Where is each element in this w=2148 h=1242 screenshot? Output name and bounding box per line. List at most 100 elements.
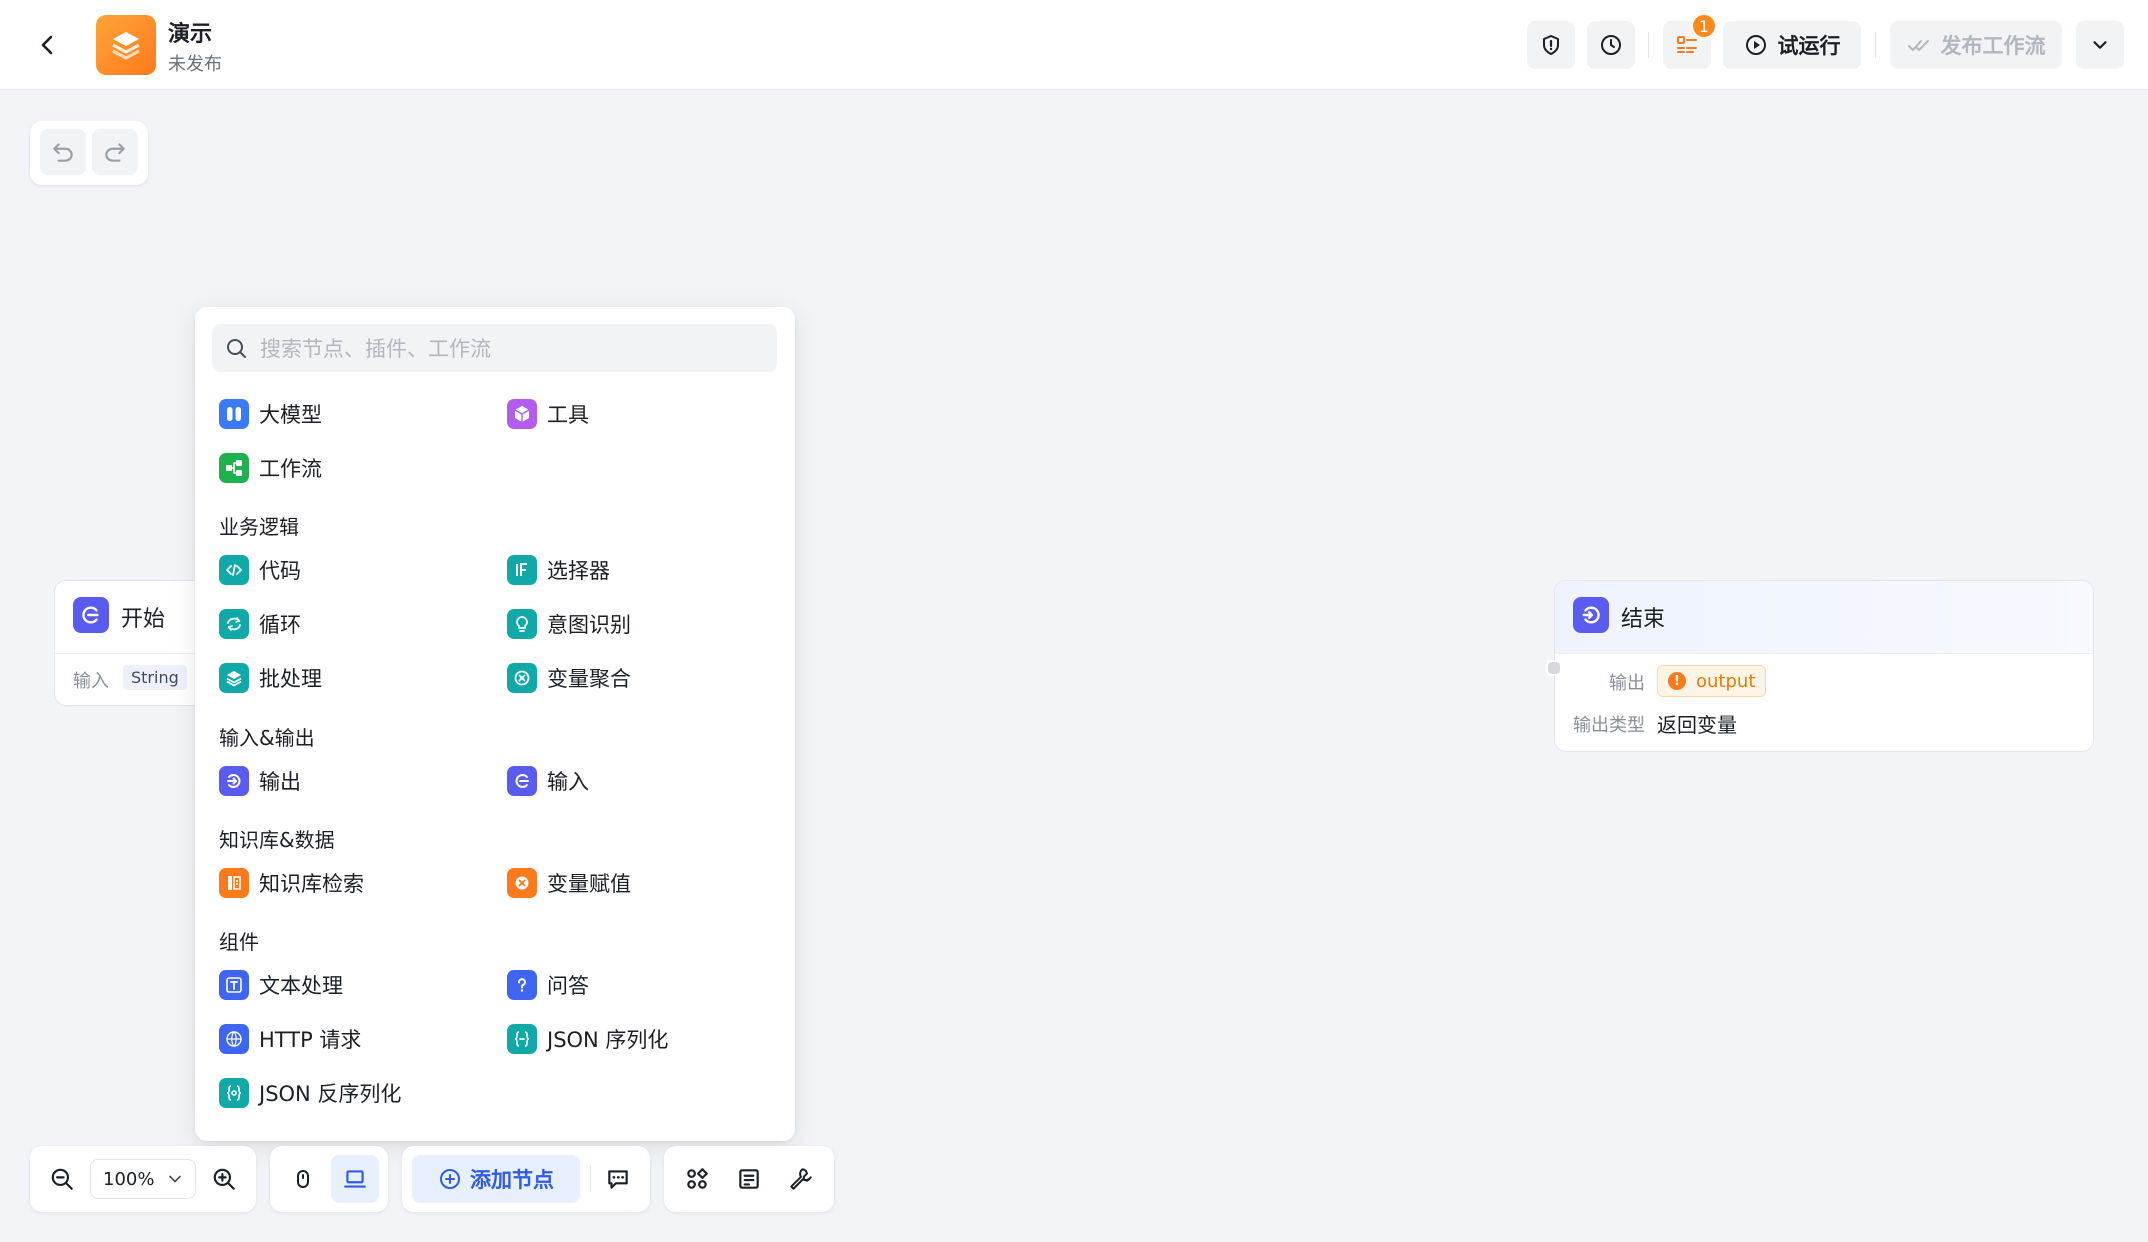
warning-icon: ! [1668, 672, 1686, 690]
mouse-icon [297, 1170, 309, 1188]
node-option-input[interactable]: 输入 [500, 761, 770, 801]
output-variable-tag[interactable]: ! output [1657, 665, 1767, 697]
security-button[interactable] [1527, 21, 1575, 69]
apps-icon [687, 1168, 708, 1189]
node-option-label: 输出 [259, 770, 301, 794]
zoom-out-button[interactable] [38, 1155, 86, 1203]
loop-icon [219, 609, 249, 639]
section-title-knowledge-data: 知识库&数据 [219, 828, 335, 852]
node-option-knowledge-search[interactable]: 知识库检索 [212, 863, 482, 903]
document-list-icon [739, 1169, 759, 1189]
question-icon [507, 970, 537, 1000]
node-option-output[interactable]: 输出 [212, 761, 482, 801]
node-option-loop[interactable]: 循环 [212, 604, 482, 644]
canvas-tools-toolbar [664, 1146, 834, 1212]
section-title-io: 输入&输出 [219, 726, 315, 750]
http-icon [219, 1024, 249, 1054]
section-title-components: 组件 [219, 930, 259, 954]
node-option-intent[interactable]: 意图识别 [500, 604, 770, 644]
redo-button[interactable] [92, 129, 138, 175]
node-option-label: 变量赋值 [547, 872, 631, 896]
output-type-value: 返回变量 [1657, 713, 1737, 737]
text-icon [219, 970, 249, 1000]
search-input[interactable] [258, 324, 762, 374]
double-check-icon [1907, 40, 1929, 51]
input-type-tag: String [123, 665, 187, 690]
input-icon [507, 766, 537, 796]
task-count-badge: 1 [1691, 13, 1717, 39]
auto-layout-button[interactable] [673, 1155, 721, 1203]
task-list-button[interactable]: 1 [1663, 13, 1717, 69]
shield-icon [1543, 35, 1559, 55]
layers-logo-icon [112, 32, 140, 60]
plus-circle-icon [440, 1169, 460, 1189]
node-option-batch[interactable]: 批处理 [212, 658, 482, 698]
json-icon [219, 1078, 249, 1108]
node-option-label: 大模型 [259, 403, 322, 427]
mouse-mode-button[interactable] [279, 1155, 327, 1203]
node-option-variable-assign[interactable]: 变量赋值 [500, 863, 770, 903]
node-option-workflow[interactable]: 工作流 [212, 448, 482, 488]
node-option-label: 意图识别 [547, 613, 631, 637]
publish-button[interactable]: 发布工作流 [1890, 21, 2062, 69]
end-node-header: 结束 [1555, 581, 2093, 654]
end-node-title: 结束 [1621, 607, 1666, 632]
zoom-level-select[interactable]: 100% [90, 1159, 196, 1199]
end-node[interactable]: 结束 输出 ! output 输出类型 返回变量 [1546, 580, 2094, 752]
node-option-http-request[interactable]: HTTP 请求 [212, 1019, 482, 1059]
redo-icon [105, 143, 125, 162]
chevron-left-icon [41, 35, 53, 55]
clock-icon [1601, 35, 1621, 55]
comment-icon [608, 1170, 628, 1189]
header-divider [1648, 32, 1649, 58]
output-label: 输出 [1609, 673, 1645, 694]
node-icon [1573, 597, 1609, 633]
touchpad-mode-button[interactable] [331, 1155, 379, 1203]
node-option-label: 代码 [259, 559, 301, 583]
settings-tool-button[interactable] [777, 1155, 825, 1203]
node-option-llm[interactable]: 大模型 [212, 394, 482, 434]
zoom-in-button[interactable] [200, 1155, 248, 1203]
aggregate-icon [507, 663, 537, 693]
node-option-label: 工具 [547, 403, 589, 427]
minimap-button[interactable] [725, 1155, 773, 1203]
cube-icon [507, 399, 537, 429]
comment-button[interactable] [594, 1155, 642, 1203]
end-node-input-port[interactable] [1546, 660, 1562, 676]
node-option-json-deserialize[interactable]: JSON 反序列化 [212, 1073, 482, 1113]
undo-icon [53, 143, 73, 162]
section-title-business-logic: 业务逻辑 [219, 515, 299, 539]
list-icon [1677, 36, 1697, 53]
assign-icon [507, 868, 537, 898]
node-option-selector[interactable]: 选择器 [500, 550, 770, 590]
node-option-qa[interactable]: 问答 [500, 965, 770, 1005]
node-option-tool[interactable]: 工具 [500, 394, 770, 434]
node-option-label: 选择器 [547, 559, 610, 583]
brain-icon [219, 399, 249, 429]
node-option-json-serialize[interactable]: JSON 序列化 [500, 1019, 770, 1059]
add-node-panel: 大模型 工具 工作流 业务逻辑 代码 选择器 循环 意图识别 [195, 307, 795, 1141]
node-option-code[interactable]: 代码 [212, 550, 482, 590]
back-button[interactable] [28, 25, 68, 65]
add-node-button[interactable]: 添加节点 [412, 1155, 580, 1203]
zoom-out-icon [51, 1168, 73, 1190]
node-option-variable-aggregate[interactable]: 变量聚合 [500, 658, 770, 698]
output-icon [219, 766, 249, 796]
undo-button[interactable] [40, 129, 86, 175]
node-option-text-processing[interactable]: 文本处理 [212, 965, 482, 1005]
workflow-icon [219, 453, 249, 483]
header-divider [1875, 32, 1876, 58]
test-run-button[interactable]: 试运行 [1723, 21, 1861, 69]
chevron-down-icon [169, 1175, 181, 1183]
start-icon [82, 606, 99, 624]
interaction-mode-toolbar [270, 1146, 388, 1212]
node-search [212, 324, 777, 374]
app-title: 演示 [168, 22, 213, 47]
node-option-label: 知识库检索 [259, 872, 364, 896]
toolbar-divider [590, 1166, 591, 1192]
top-bar: 演示 未发布 1 试运行 发布工作流 [0, 0, 2148, 90]
more-dropdown-button[interactable] [2076, 21, 2124, 69]
knowledge-icon [219, 868, 249, 898]
history-button[interactable] [1587, 21, 1635, 69]
app-logo [96, 15, 156, 75]
